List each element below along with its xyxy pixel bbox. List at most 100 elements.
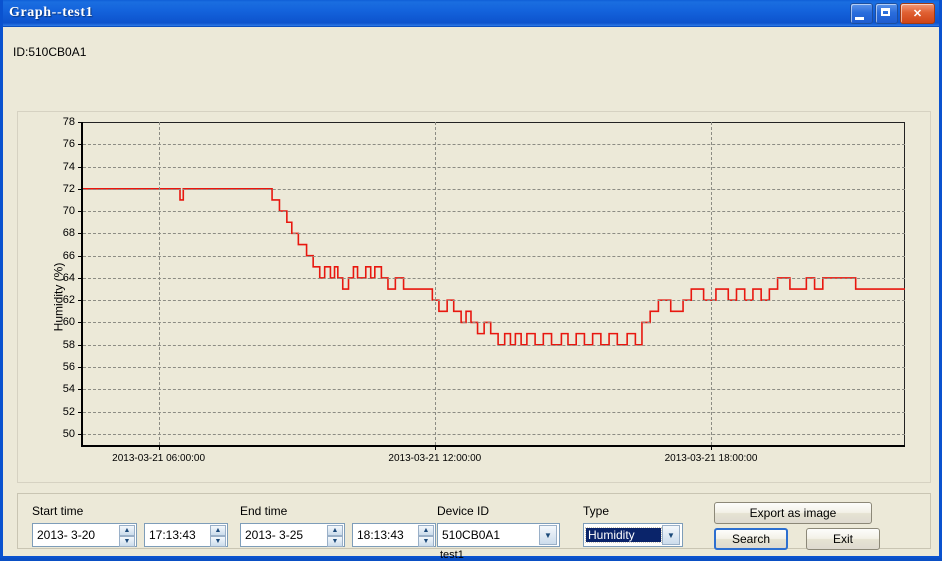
y-tick-mark [78,344,83,346]
x-tick-mark [711,445,712,450]
window-title: Graph--test1 [9,5,94,20]
humidity-series [83,188,905,346]
end-clock-value: 18:13:43 [357,528,404,542]
y-tick-mark [78,211,83,213]
client-area: ID:510CB0A1 Humidity (%) 78 76 74 72 70 68 66 6… [3,27,939,561]
y-tick-mark [78,322,83,324]
chart-panel: Humidity (%) 78 76 74 72 70 68 66 64 62 60 58 56 54 5… [17,111,931,483]
gridline-vertical [158,122,160,445]
device-id-label: Device ID [437,504,490,518]
type-label: Type [583,504,610,518]
end-clock-input[interactable]: 18:13:43 ▲ ▼ [352,523,436,547]
y-tick-mark [78,411,83,413]
y-tick-mark [78,166,83,168]
gridline-horizontal [83,300,905,302]
y-tick-mark [78,122,83,123]
y-tick-label: 58 [62,338,75,351]
end-date-spinner-up[interactable]: ▲ [327,525,343,536]
y-tick-label: 56 [62,361,75,374]
gridline-horizontal [83,211,905,213]
gridline-horizontal [83,255,905,257]
gridline-horizontal [83,188,905,190]
start-date-spinner-down[interactable]: ▼ [119,536,135,547]
maximize-button[interactable] [875,3,898,24]
gridline-vertical [711,122,712,445]
start-clock-value: 17:13:43 [149,528,196,542]
start-date-input[interactable]: 2013- 3-20 ▲ ▼ [32,523,137,547]
maximize-icon [881,8,890,16]
x-tick-label: 2013-03-21 06:00:00 [112,453,206,464]
y-tick-mark [78,433,83,435]
end-time-label: End time [240,504,288,518]
y-tick-mark [78,233,83,235]
y-tick-label: 52 [62,405,75,418]
end-clock-spinner-down[interactable]: ▼ [418,536,434,547]
device-id-readout: ID:510CB0A1 [13,45,87,59]
y-tick-label: 74 [62,160,75,173]
device-id-combo[interactable]: 510CB0A1 ▼ [437,523,560,547]
chevron-down-icon[interactable]: ▼ [662,525,680,545]
end-date-input[interactable]: 2013- 3-25 ▲ ▼ [240,523,345,547]
type-combo-value: Humidity [585,527,662,543]
y-tick-label: 76 [62,138,75,151]
end-clock-spinner[interactable]: ▲ ▼ [418,525,434,547]
series-line [83,188,905,346]
x-tick-label: 2013-03-21 12:00:00 [388,453,482,464]
y-tick-label: 60 [62,316,75,329]
start-date-spinner[interactable]: ▲ ▼ [119,525,135,547]
graph-window: Graph--test1 ✕ ID:510CB0A1 Humidity (%) … [0,0,942,561]
end-date-spinner[interactable]: ▲ ▼ [327,525,343,547]
close-icon: ✕ [912,8,923,20]
exit-button[interactable]: Exit [806,528,880,550]
plot-area: 78 76 74 72 70 68 66 64 62 60 58 56 54 52 50 2013-03-21… [63,116,905,464]
gridline-horizontal [83,433,905,435]
gridline-horizontal [83,344,905,346]
end-date-spinner-down[interactable]: ▼ [327,536,343,547]
y-tick-mark [78,277,83,279]
device-id-combo-value: 510CB0A1 [442,528,501,542]
title-bar: Graph--test1 ✕ [3,0,939,27]
y-tick-mark [78,367,83,369]
y-tick-label: 62 [62,294,75,307]
gridline-vertical [434,122,436,445]
gridline-horizontal [83,411,905,413]
device-name-text: test1 [440,549,464,561]
y-tick-label: 66 [62,249,75,262]
y-tick-mark [78,255,83,257]
chevron-down-icon[interactable]: ▼ [539,525,557,545]
y-tick-label: 78 [62,116,75,128]
gridline-horizontal [83,277,905,279]
y-tick-label: 50 [62,427,75,440]
start-clock-spinner-up[interactable]: ▲ [210,525,226,536]
start-clock-spinner-down[interactable]: ▼ [210,536,226,547]
y-tick-label: 70 [62,205,75,218]
x-tick-label: 2013-03-21 18:00:00 [664,453,758,464]
end-date-value: 2013- 3-25 [245,528,304,542]
minimize-icon [855,17,864,20]
y-tick-mark [78,389,83,391]
y-tick-label: 72 [62,182,75,195]
start-clock-spinner[interactable]: ▲ ▼ [210,525,226,547]
export-as-image-button[interactable]: Export as image [714,502,872,524]
gridline-horizontal [83,389,905,391]
window-controls: ✕ [850,3,935,24]
start-clock-input[interactable]: 17:13:43 ▲ ▼ [144,523,228,547]
y-tick-label: 68 [62,227,75,240]
gridline-horizontal [83,144,905,146]
end-clock-spinner-up[interactable]: ▲ [418,525,434,536]
y-tick-label: 54 [62,383,75,396]
query-panel: Start time 2013- 3-20 ▲ ▼ 17:13:43 ▲ ▼ E… [17,493,931,561]
start-date-spinner-up[interactable]: ▲ [119,525,135,536]
minimize-button[interactable] [850,3,873,24]
close-button[interactable]: ✕ [900,3,935,24]
y-tick-mark [78,300,83,302]
search-button[interactable]: Search [714,528,788,550]
y-tick-mark [78,144,83,146]
y-tick-label: 64 [62,271,75,284]
start-date-value: 2013- 3-20 [37,528,96,542]
type-combo[interactable]: Humidity ▼ [583,523,683,547]
x-tick-mark [434,445,436,450]
gridline-horizontal [83,166,905,168]
x-tick-mark [158,445,160,450]
start-time-label: Start time [32,504,84,518]
